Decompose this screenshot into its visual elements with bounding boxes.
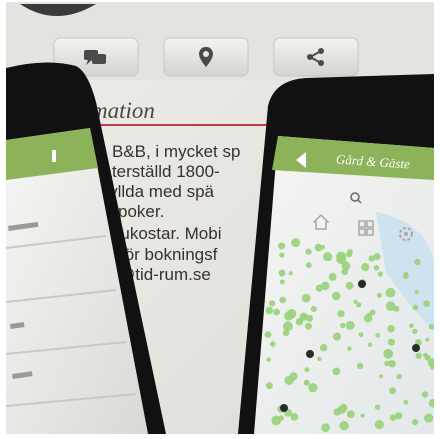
map-marker[interactable] <box>279 279 285 285</box>
map-marker[interactable] <box>337 310 345 318</box>
map-marker[interactable] <box>288 271 293 276</box>
map-marker[interactable] <box>414 258 421 266</box>
map-marker-selected[interactable] <box>412 344 420 352</box>
map-marker[interactable] <box>367 342 373 347</box>
map-marker-selected[interactable] <box>358 280 366 288</box>
map-marker[interactable] <box>339 421 349 431</box>
map-marker[interactable] <box>389 387 397 395</box>
map-marker[interactable] <box>336 251 346 262</box>
map-marker[interactable] <box>425 337 430 342</box>
map-marker[interactable] <box>278 242 286 250</box>
map-marker[interactable] <box>383 348 394 359</box>
map-marker[interactable] <box>377 292 382 298</box>
map-markers <box>264 238 434 433</box>
map-marker[interactable] <box>317 356 322 362</box>
map-marker[interactable] <box>331 291 341 301</box>
map-marker[interactable] <box>368 255 375 262</box>
map-marker[interactable] <box>421 391 429 398</box>
map-marker[interactable] <box>423 300 430 308</box>
map-marker[interactable] <box>320 344 328 352</box>
map-marker[interactable] <box>279 252 285 258</box>
map-marker[interactable] <box>387 325 395 333</box>
map-marker[interactable] <box>301 293 311 303</box>
map-marker[interactable] <box>361 263 370 272</box>
map-marker[interactable] <box>305 248 312 255</box>
map-marker[interactable] <box>396 373 403 380</box>
map-marker[interactable] <box>268 300 276 307</box>
map-marker[interactable] <box>303 314 308 319</box>
map-marker[interactable] <box>265 306 274 315</box>
map-marker-selected[interactable] <box>306 350 314 358</box>
map-marker[interactable] <box>279 296 287 304</box>
map-marker[interactable] <box>385 301 396 312</box>
map-marker[interactable] <box>328 272 337 281</box>
map-marker[interactable] <box>308 383 318 393</box>
map-marker[interactable] <box>379 374 384 379</box>
map-marker[interactable] <box>412 304 419 311</box>
map-marker[interactable] <box>304 367 310 373</box>
map-marker[interactable] <box>278 415 284 421</box>
map-marker[interactable] <box>409 323 414 329</box>
map-marker[interactable] <box>369 309 376 316</box>
map-marker[interactable] <box>266 357 271 363</box>
map-marker[interactable] <box>346 410 355 419</box>
map-marker[interactable] <box>345 281 354 290</box>
map-marker[interactable] <box>320 245 326 250</box>
map-marker[interactable] <box>341 268 349 276</box>
map-marker[interactable] <box>323 252 333 262</box>
map-marker[interactable] <box>377 271 383 277</box>
map-marker[interactable] <box>356 362 364 370</box>
map-marker[interactable] <box>278 269 286 277</box>
map-marker[interactable] <box>290 413 299 421</box>
map-marker[interactable] <box>403 399 409 405</box>
map-marker[interactable] <box>303 379 310 386</box>
map-marker[interactable] <box>385 287 396 298</box>
map-marker[interactable] <box>332 367 341 376</box>
map-marker[interactable] <box>360 413 365 418</box>
map-marker[interactable] <box>345 320 355 330</box>
map-marker[interactable] <box>384 360 390 367</box>
photo: mation z, B&B, i mycket sp l återställd … <box>6 2 434 434</box>
map-marker[interactable] <box>412 419 419 426</box>
map-marker[interactable] <box>402 272 409 279</box>
map-marker[interactable] <box>264 331 272 338</box>
map-marker[interactable] <box>273 308 280 316</box>
map-marker[interactable] <box>347 346 352 351</box>
map-marker-selected[interactable] <box>280 404 288 412</box>
map-marker[interactable] <box>284 375 294 385</box>
map-marker[interactable] <box>424 413 434 423</box>
map-marker[interactable] <box>291 238 301 248</box>
map-marker[interactable] <box>412 328 418 335</box>
map-marker[interactable] <box>286 309 297 319</box>
map-marker[interactable] <box>423 352 428 358</box>
map-marker[interactable] <box>375 333 381 338</box>
map-marker[interactable] <box>387 338 395 346</box>
map-marker[interactable] <box>333 408 341 416</box>
map-marker[interactable] <box>332 332 342 341</box>
map-marker[interactable] <box>414 290 419 295</box>
map-marker[interactable] <box>374 420 384 430</box>
map-marker[interactable] <box>428 398 434 408</box>
map-marker[interactable] <box>340 322 346 329</box>
map-marker[interactable] <box>358 332 364 338</box>
map-marker[interactable] <box>321 423 330 433</box>
map-marker[interactable] <box>374 404 381 410</box>
map-marker[interactable] <box>282 329 290 336</box>
map-marker[interactable] <box>305 322 312 330</box>
map-marker[interactable] <box>353 299 358 304</box>
map-marker[interactable] <box>266 382 273 390</box>
map-marker[interactable] <box>428 324 434 330</box>
map-marker[interactable] <box>373 265 380 271</box>
map-marker[interactable] <box>415 352 422 359</box>
map-marker[interactable] <box>389 414 397 422</box>
map-marker[interactable] <box>270 341 276 347</box>
map-marker[interactable] <box>305 262 312 269</box>
map-marker[interactable] <box>315 284 323 292</box>
map-marker[interactable] <box>346 251 353 258</box>
map-marker[interactable] <box>310 306 317 312</box>
map-marker[interactable] <box>283 321 293 332</box>
